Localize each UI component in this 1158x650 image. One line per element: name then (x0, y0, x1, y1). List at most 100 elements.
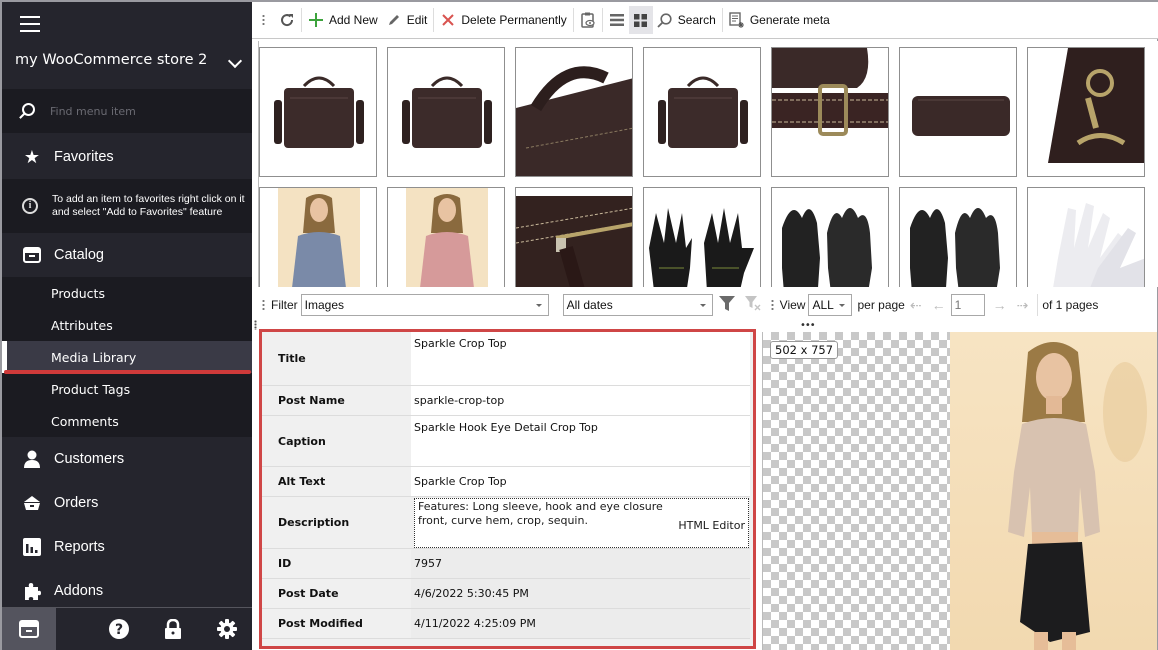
submenu-item-products[interactable]: Products (2, 277, 252, 309)
media-thumbnail[interactable] (643, 187, 761, 287)
media-thumbnail[interactable] (1027, 47, 1145, 177)
search-icon (22, 103, 35, 116)
date-filter-select[interactable]: All dates (562, 294, 713, 316)
settings-button[interactable] (200, 608, 254, 650)
archive-button[interactable] (2, 608, 56, 650)
submenu-item-product-tags[interactable]: Product Tags (2, 373, 252, 405)
sidebar-item-label: Orders (54, 495, 99, 511)
add-new-button[interactable]: Add New (304, 6, 382, 34)
sidebar-item-label: Reports (54, 539, 105, 555)
sidebar-bottom-bar: ? (2, 607, 252, 650)
grid-view-button[interactable] (628, 6, 653, 34)
highlight-underline (4, 370, 251, 374)
detail-key: Post Modified (262, 609, 411, 638)
list-view-button[interactable] (605, 6, 629, 34)
thumbnail-image (260, 48, 376, 176)
help-button[interactable]: ? (92, 608, 146, 650)
thumbnail-image (388, 188, 504, 287)
page-number-input[interactable] (950, 294, 985, 316)
sidebar-item-reports[interactable]: Reports (2, 525, 252, 569)
generate-meta-icon (729, 12, 745, 28)
store-name: my WooCommerce store 2 (15, 52, 208, 68)
lock-button[interactable] (146, 608, 200, 650)
media-thumbnail[interactable] (387, 47, 505, 177)
refresh-icon (279, 12, 295, 28)
preview-resize-handle[interactable]: ••• (800, 320, 816, 331)
archive-icon (19, 620, 39, 641)
thumbnail-image (772, 48, 888, 176)
filter-grip-handle[interactable] (262, 299, 265, 311)
media-thumbnail[interactable] (259, 187, 377, 287)
next-page-icon[interactable]: → (993, 297, 1007, 313)
sidebar-item-orders[interactable]: Orders (2, 481, 252, 525)
toolbar-separator (572, 8, 574, 32)
preview-button[interactable] (576, 6, 600, 34)
delete-permanently-button[interactable]: Delete Permanently (436, 6, 570, 34)
sidebar-item-catalog[interactable]: Catalog (2, 233, 252, 277)
post-modified-value: 4/11/2022 4:25:09 PM (411, 609, 750, 638)
media-thumbnail[interactable] (771, 187, 889, 287)
generate-meta-label: Generate meta (749, 13, 830, 27)
submenu-item-media-library[interactable]: Media Library (2, 341, 252, 373)
thumbnail-image (772, 188, 888, 287)
type-filter-select[interactable]: Images (300, 294, 549, 316)
first-page-icon[interactable]: ⇠ (910, 297, 922, 314)
toolbar-grip-handle[interactable] (262, 14, 265, 26)
media-thumbnail[interactable] (643, 47, 761, 177)
media-thumbnail[interactable] (899, 187, 1017, 287)
media-thumbnail[interactable] (515, 187, 633, 287)
last-page-icon[interactable]: ⇢ (1017, 297, 1029, 314)
thumbnail-image (260, 188, 376, 287)
star-icon: ★ (23, 146, 41, 168)
sidebar-item-customers[interactable]: Customers (2, 437, 252, 481)
detail-row-title: Title Sparkle Crop Top (262, 332, 750, 386)
detail-key: Caption (262, 416, 411, 466)
html-editor-button[interactable]: HTML Editor (678, 519, 745, 533)
list-icon (609, 12, 625, 28)
sidebar-item-favorites[interactable]: ★ Favorites (2, 135, 252, 179)
detail-row-post-name: Post Name sparkle-crop-top (262, 386, 750, 416)
media-thumbnail[interactable] (899, 47, 1017, 177)
description-field[interactable]: Features: Long sleeve, hook and eye clos… (414, 498, 749, 548)
media-thumbnail[interactable] (387, 187, 505, 287)
type-filter-value: Images (304, 298, 345, 312)
chevron-down-icon (227, 53, 243, 69)
description-text: Features: Long sleeve, hook and eye clos… (418, 500, 663, 527)
filter-label: Filter (271, 298, 298, 312)
detail-row-post-date: Post Date 4/6/2022 5:30:45 PM (262, 579, 750, 609)
caption-field[interactable]: Sparkle Hook Eye Detail Crop Top (411, 416, 750, 466)
media-thumbnail[interactable] (1027, 187, 1145, 287)
date-filter-value: All dates (566, 298, 613, 312)
detail-key: Description (262, 497, 411, 548)
detail-key: Post Name (262, 386, 411, 415)
detail-row-post-modified: Post Modified 4/11/2022 4:25:09 PM (262, 609, 750, 639)
sidebar: my WooCommerce store 2 ★ Favorites i To … (0, 0, 252, 650)
previous-page-icon[interactable]: ← (932, 297, 946, 313)
alt-text-field[interactable]: Sparkle Crop Top (411, 467, 750, 496)
detail-row-description: Description Features: Long sleeve, hook … (262, 497, 750, 549)
submenu-item-attributes[interactable]: Attributes (2, 309, 252, 341)
refresh-button[interactable] (275, 6, 299, 34)
menu-search-input[interactable] (50, 101, 240, 121)
edit-button[interactable]: Edit (382, 6, 432, 34)
media-thumbnail[interactable] (259, 47, 377, 177)
title-field[interactable]: Sparkle Crop Top (411, 332, 750, 385)
search-button[interactable]: Search (653, 6, 720, 34)
media-thumbnail[interactable] (771, 47, 889, 177)
per-page-select[interactable]: ALL (808, 294, 853, 316)
filter-icon[interactable] (718, 296, 735, 314)
detail-row-alt-text: Alt Text Sparkle Crop Top (262, 467, 750, 497)
media-thumbnail[interactable] (515, 47, 633, 177)
clear-filter-icon[interactable] (744, 296, 761, 314)
filter-bar: Filter Images All dates View ALL per pag… (252, 290, 1158, 320)
submenu-item-comments[interactable]: Comments (2, 405, 252, 437)
menu-search (2, 89, 252, 133)
store-selector[interactable]: my WooCommerce store 2 (15, 52, 252, 82)
generate-meta-button[interactable]: Generate meta (725, 6, 834, 34)
post-name-field[interactable]: sparkle-crop-top (411, 386, 750, 415)
hamburger-menu-icon[interactable] (20, 16, 40, 32)
panel-grip-handle[interactable] (254, 320, 257, 330)
view-grip-handle[interactable] (770, 299, 774, 311)
delete-label: Delete Permanently (461, 13, 567, 27)
thumbnail-image (644, 188, 760, 287)
